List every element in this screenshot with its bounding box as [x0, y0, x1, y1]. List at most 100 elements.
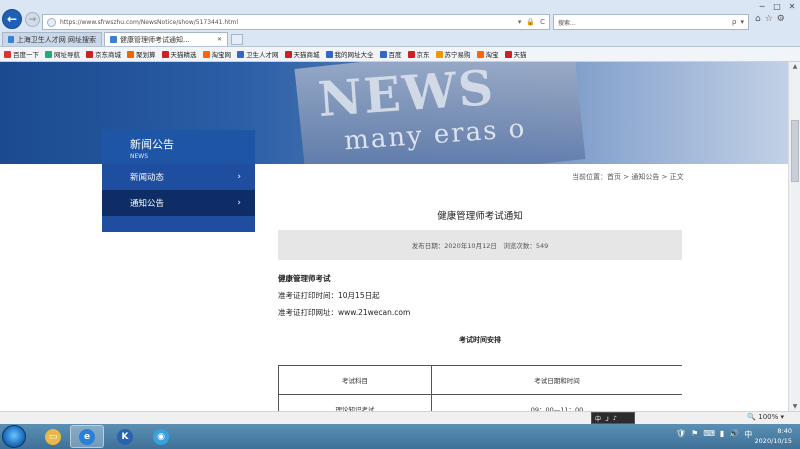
forward-button[interactable]: →: [25, 12, 40, 27]
favorite-link[interactable]: 聚划算: [127, 49, 156, 59]
sidebar-item-label: 新闻动态: [130, 173, 165, 183]
chevron-right-icon: ›: [237, 198, 241, 208]
tab-rencai[interactable]: 上海卫生人才网 网址搜索: [2, 32, 102, 46]
start-button[interactable]: [2, 425, 26, 448]
arrow-right-icon: →: [28, 14, 37, 25]
search-input[interactable]: 搜索... ρ ▾: [553, 14, 749, 30]
taskbar-internet-explorer[interactable]: e: [70, 425, 104, 448]
scroll-up-icon[interactable]: ▲: [789, 63, 800, 70]
internet-explorer-icon: e: [79, 428, 95, 445]
favorite-label: 百度一下: [13, 51, 39, 59]
security-icon[interactable]: 🛡: [676, 429, 686, 440]
favorite-link[interactable]: 京东商城: [86, 49, 121, 59]
favorite-site-icon: [4, 50, 11, 58]
scroll-down-icon[interactable]: ▼: [789, 403, 800, 410]
site-favicon-icon: [47, 17, 56, 27]
breadcrumb[interactable]: 当前位置：首页 > 通知公告 > 正文: [572, 172, 684, 182]
keyboard-icon[interactable]: ⌨: [703, 429, 715, 440]
favorite-link[interactable]: 淘宝: [476, 49, 499, 59]
url-text: https://www.sfrwszhu.com/NewsNotice/show…: [60, 18, 239, 26]
system-tray: 🛡 ⚑ ⌨ ▮ 🔊 中: [676, 429, 752, 440]
ime-item-icon[interactable]: Ｊ: [604, 414, 610, 423]
article-line: 健康管理师考试: [278, 274, 331, 283]
page-icon: [110, 36, 117, 43]
taskbar-k-app[interactable]: K: [108, 425, 142, 448]
favorite-site-icon: [202, 50, 210, 58]
favorite-site-icon: [504, 50, 512, 58]
maximize-button[interactable]: □: [770, 0, 784, 13]
page-icon: [8, 36, 14, 43]
minimize-button[interactable]: ─: [755, 0, 769, 13]
zoom-level[interactable]: 🔍 100% ▾: [747, 413, 784, 421]
favorites-bar: 百度一下 网址导航 京东商城 聚划算 天猫精选 淘宝网 卫生人才网 天猫商城 我的网址大全 百度 京…: [0, 47, 800, 62]
back-button[interactable]: ←: [2, 9, 22, 29]
sidebar-title: 新闻公告: [130, 138, 174, 151]
browser-toolbar-icons: ⌂ ☆ ⚙: [755, 14, 785, 24]
search-dropdown-icon[interactable]: ▾: [740, 18, 744, 26]
favorite-link[interactable]: 天猫商城: [284, 49, 320, 59]
exam-schedule-table: 考试科目 考试日期和时间 理论知识考试 09：00—11：00: [278, 365, 682, 411]
taskbar-browser-app[interactable]: ◉: [144, 425, 178, 448]
favorite-label: 卫生人才网: [246, 51, 279, 59]
favorite-link[interactable]: 天猫精选: [161, 49, 197, 59]
volume-icon[interactable]: 🔊: [729, 429, 739, 440]
ime-item-icon[interactable]: ♪: [613, 415, 617, 422]
lock-icon[interactable]: 🔒: [526, 18, 535, 26]
sidebar-item-news[interactable]: 新闻动态 ›: [102, 164, 255, 190]
favorite-label: 京东商城: [95, 51, 121, 59]
new-tab-button[interactable]: [231, 34, 243, 45]
favorite-label: 京东: [416, 51, 430, 59]
favorites-star-icon[interactable]: ☆: [765, 14, 773, 24]
favorite-site-icon: [435, 50, 443, 58]
tab-label: 上海卫生人才网 网址搜索: [16, 35, 96, 44]
favorite-link[interactable]: 卫生人才网: [237, 49, 279, 59]
flag-icon[interactable]: ⚑: [691, 429, 698, 440]
favorite-link[interactable]: 京东: [407, 49, 430, 59]
favorite-link[interactable]: 百度: [379, 49, 402, 59]
clock-date: 2020/10/15: [754, 437, 792, 445]
search-placeholder: 搜索...: [558, 19, 576, 27]
clock[interactable]: 8:40 2020/10/15: [755, 426, 792, 446]
favorite-site-icon: [86, 50, 93, 58]
ime-toolbar[interactable]: 中 Ｊ ♪: [591, 412, 635, 424]
favorite-link[interactable]: 淘宝网: [202, 49, 231, 59]
tab-exam-notice[interactable]: 健康管理师考试通知... ✕: [104, 32, 228, 46]
favorite-link[interactable]: 我的网址大全: [325, 49, 374, 59]
table-cell: 理论知识考试: [278, 394, 432, 411]
favorite-label: 天猫: [513, 51, 527, 59]
article-meta: 发布日期：2020年10月12日 浏览次数：549: [278, 230, 682, 260]
settings-gear-icon[interactable]: ⚙: [777, 14, 785, 24]
favorite-link[interactable]: 天猫: [504, 49, 527, 59]
scrollbar-thumb[interactable]: [791, 120, 799, 182]
article-line: 准考证打印网址：www.21wecan.com: [278, 308, 411, 317]
favorite-site-icon: [407, 50, 415, 58]
favorite-label: 苏宁易购: [444, 51, 471, 59]
close-window-button[interactable]: ✕: [785, 0, 799, 13]
address-input[interactable]: https://www.sfrwszhu.com/NewsNotice/show…: [42, 14, 550, 30]
favorite-link[interactable]: 苏宁易购: [435, 49, 471, 59]
network-icon[interactable]: ▮: [720, 429, 724, 440]
tab-label: 健康管理师考试通知...: [120, 35, 190, 44]
taskbar-file-explorer[interactable]: ▭: [36, 425, 70, 448]
sidebar-item-notice[interactable]: 通知公告 ›: [102, 190, 255, 216]
favorite-label: 百度: [388, 51, 402, 59]
tab-close-icon[interactable]: ✕: [217, 36, 222, 43]
search-icon[interactable]: ρ: [732, 18, 736, 26]
search-tools: ρ ▾: [732, 18, 748, 26]
table-caption: 考试时间安排: [459, 336, 501, 344]
ime-item-icon[interactable]: 中: [595, 414, 601, 423]
address-bar-row: ← → https://www.sfrwszhu.com/NewsNotice/…: [0, 0, 800, 31]
table-header-row: 考试科目 考试日期和时间: [278, 365, 682, 395]
home-icon[interactable]: ⌂: [755, 14, 761, 24]
favorite-site-icon: [379, 50, 387, 58]
favorite-label: 聚划算: [136, 51, 156, 59]
vertical-scrollbar[interactable]: ▲ ▼: [788, 62, 800, 411]
favorite-link[interactable]: 百度一下: [4, 49, 39, 59]
dropdown-arrow-icon[interactable]: ▾: [518, 18, 522, 26]
favorite-link[interactable]: 网址导航: [45, 49, 80, 59]
taskbar: ▭ e K ◉ 🛡 ⚑ ⌨ ▮ 🔊 中 8:40 2020/10/15: [0, 424, 800, 449]
refresh-icon[interactable]: C: [540, 18, 545, 26]
ime-icon[interactable]: 中: [744, 429, 752, 440]
zoom-value: 100%: [758, 413, 779, 421]
favorite-site-icon: [476, 50, 484, 58]
